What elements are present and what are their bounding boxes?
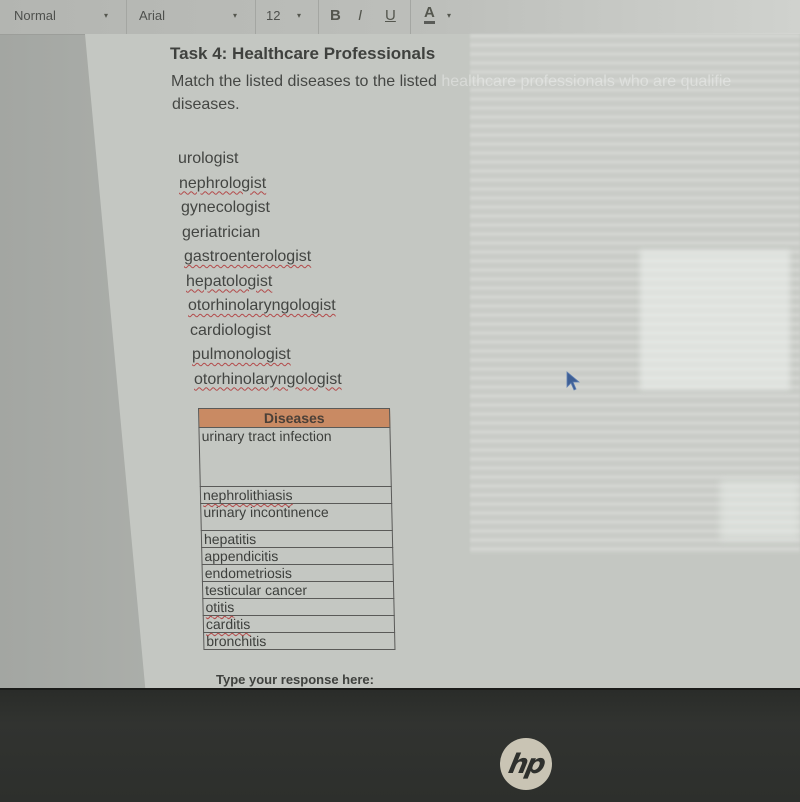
font-size-select[interactable]: 12 — [266, 6, 280, 26]
font-family-value: Arial — [139, 8, 166, 23]
column-header-diseases: Diseases — [198, 408, 390, 428]
screen: Normal ▾ Arial ▾ 12 ▾ B I U A ▾ Task 4: … — [0, 0, 800, 690]
toolbar-divider — [410, 0, 411, 34]
text-color-icon: A — [424, 4, 435, 24]
professional-name: otorhinolaryngologist — [188, 297, 336, 314]
table-cell[interactable]: hepatitis — [201, 530, 393, 548]
table-row: otitis — [202, 598, 395, 616]
cell-text: nephrolithiasis — [202, 487, 293, 503]
chevron-down-icon[interactable]: ▾ — [447, 6, 451, 26]
list-item: hepatologist — [186, 271, 342, 296]
table-header-row: Diseases — [198, 408, 390, 428]
table-row: hepatitis — [201, 530, 393, 548]
table-cell[interactable]: endometriosis — [202, 564, 394, 582]
list-item: geriatrician — [182, 222, 342, 247]
hp-logo-text: hp — [505, 748, 547, 780]
table-row: appendicitis — [201, 547, 394, 565]
task-title: Task 4: Healthcare Professionals — [170, 44, 436, 63]
table-cell[interactable]: urinary incontinence — [200, 503, 393, 531]
cell-text: otitis — [205, 599, 235, 615]
table-row: carditis — [203, 615, 395, 633]
professional-name: hepatologist — [186, 272, 273, 290]
list-item: pulmonologist — [192, 344, 342, 369]
table-cell[interactable]: bronchitis — [203, 632, 395, 650]
screen-glare — [720, 480, 800, 540]
table-row: urinary incontinence — [200, 503, 393, 531]
cell-text: carditis — [205, 616, 251, 632]
professionals-list: urologist nephrologist gynecologist geri… — [178, 148, 342, 393]
table-cell[interactable]: nephrolithiasis — [200, 486, 392, 504]
professional-name: pulmonologist — [192, 346, 291, 363]
table-row: nephrolithiasis — [200, 486, 392, 504]
chevron-down-icon[interactable]: ▾ — [104, 6, 108, 26]
professional-name: gynecologist — [181, 199, 270, 216]
list-item: otorhinolaryngologist — [194, 369, 342, 394]
mouse-cursor-icon — [566, 371, 580, 391]
professional-name: geriatrician — [182, 223, 261, 241]
list-item: gastroenterologist — [184, 246, 342, 271]
underline-button[interactable]: U — [385, 6, 396, 26]
formatting-toolbar: Normal ▾ Arial ▾ 12 ▾ B I U A ▾ — [0, 0, 800, 35]
table-row: testicular cancer — [202, 581, 394, 599]
table-row: endometriosis — [202, 564, 394, 582]
toolbar-divider — [126, 0, 127, 34]
toolbar-divider — [318, 0, 319, 34]
professional-name: cardiologist — [190, 321, 271, 339]
professional-name: otorhinolaryngologist — [194, 370, 342, 388]
toolbar-divider — [255, 0, 256, 34]
chevron-down-icon[interactable]: ▾ — [297, 6, 301, 26]
professional-name: nephrologist — [179, 174, 267, 192]
laptop-bezel — [0, 688, 800, 802]
professional-name: urologist — [178, 150, 239, 167]
list-item: gynecologist — [181, 197, 342, 222]
bold-button[interactable]: B — [330, 6, 341, 26]
list-item: cardiologist — [190, 320, 342, 345]
table-cell[interactable]: testicular cancer — [202, 581, 394, 599]
text-color-button[interactable]: A — [424, 3, 435, 24]
table-row: urinary tract infection — [198, 427, 392, 487]
paragraph-style-value: Normal — [14, 8, 56, 23]
hp-logo-icon: hp — [500, 738, 552, 790]
table-cell[interactable]: urinary tract infection — [198, 427, 392, 487]
font-family-select[interactable]: Arial — [139, 6, 165, 26]
screen-glare — [640, 250, 790, 390]
table-cell[interactable]: carditis — [203, 615, 395, 633]
professional-name: gastroenterologist — [184, 248, 312, 265]
italic-button[interactable]: I — [358, 6, 362, 26]
task-instructions-line2: diseases. — [172, 96, 240, 113]
list-item: nephrologist — [179, 173, 342, 198]
list-item: otorhinolaryngologist — [188, 295, 342, 320]
table-cell[interactable]: otitis — [202, 598, 395, 616]
font-size-value: 12 — [266, 8, 281, 23]
chevron-down-icon[interactable]: ▾ — [233, 6, 237, 26]
instructions-text: Match the listed diseases to the listed — [171, 73, 442, 90]
table-cell[interactable]: appendicitis — [201, 547, 394, 565]
diseases-table: Diseases urinary tract infection nephrol… — [198, 408, 395, 650]
table-row: bronchitis — [203, 632, 395, 650]
paragraph-style-select[interactable]: Normal — [14, 6, 56, 26]
list-item: urologist — [178, 148, 342, 173]
response-label: Type your response here: — [216, 672, 374, 687]
